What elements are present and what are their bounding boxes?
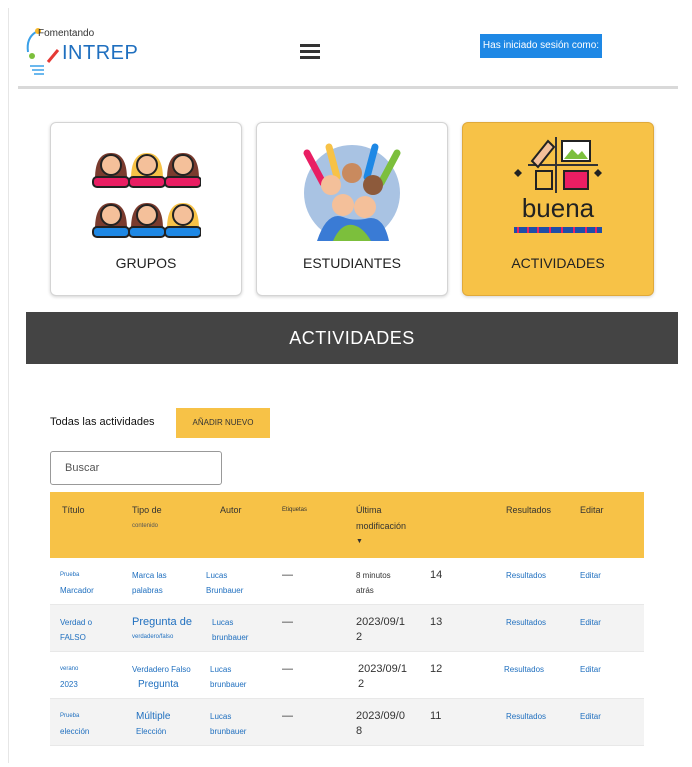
activities-table: Título Tipo de contenido Autor Etiquetas… bbox=[50, 492, 644, 746]
row-title-link[interactable]: verano 2023 bbox=[60, 662, 78, 692]
row-type: Múltiple Elección bbox=[136, 711, 171, 736]
header-divider bbox=[18, 86, 678, 89]
col-results: Resultados bbox=[506, 505, 552, 515]
add-new-button[interactable]: AÑADIR NUEVO bbox=[176, 408, 270, 438]
table-row: verano 2023 Verdadero Falso Pregunta Luc… bbox=[50, 652, 644, 699]
card-label: GRUPOS bbox=[115, 255, 177, 271]
row-id: 11 bbox=[430, 710, 442, 722]
row-tags: — bbox=[282, 663, 293, 675]
row-title-link[interactable]: Prueba elección bbox=[60, 709, 89, 739]
all-activities-label: Todas las actividades bbox=[50, 416, 155, 428]
edit-link[interactable]: Editar bbox=[580, 568, 601, 583]
row-title-link[interactable]: Verdad o FALSO bbox=[60, 615, 92, 645]
results-link[interactable]: Resultados bbox=[506, 615, 546, 630]
row-id: 13 bbox=[430, 616, 443, 628]
col-type[interactable]: Tipo de contenido bbox=[132, 502, 162, 534]
row-tags: — bbox=[282, 616, 293, 628]
header: Fomentando INTREP Has iniciado sesión co… bbox=[18, 14, 678, 82]
row-modified: 2023/09/1 2 bbox=[358, 663, 407, 690]
card-label: ACTIVIDADES bbox=[511, 255, 605, 271]
badge-text: buena bbox=[522, 193, 595, 223]
card-estudiantes[interactable]: ESTUDIANTES bbox=[256, 122, 448, 296]
col-tags[interactable]: Etiquetas bbox=[282, 502, 307, 518]
group-people-icon bbox=[92, 153, 201, 238]
row-author: Lucas brunbauer bbox=[210, 665, 247, 689]
logo-big-text: INTREP bbox=[62, 42, 139, 64]
col-edit: Editar bbox=[580, 505, 604, 515]
activities-icon: buena bbox=[514, 137, 602, 233]
row-author: Lucas brunbauer bbox=[212, 618, 249, 642]
menu-icon[interactable] bbox=[300, 44, 320, 62]
row-author: Lucas brunbauer bbox=[210, 712, 247, 736]
row-title-link[interactable]: Prueba Marcador bbox=[60, 568, 94, 598]
row-id: 14 bbox=[430, 569, 443, 581]
edit-link[interactable]: Editar bbox=[580, 615, 601, 630]
col-title[interactable]: Título bbox=[62, 502, 85, 518]
row-id: 12 bbox=[430, 663, 443, 675]
logo-small-text: Fomentando bbox=[38, 28, 95, 39]
card-label: ESTUDIANTES bbox=[302, 255, 401, 271]
nav-cards: GRUPOS ESTUDIANTES buena ACTIVIDADES bbox=[50, 122, 660, 298]
students-cheering-icon bbox=[303, 143, 401, 241]
search-input[interactable] bbox=[50, 451, 222, 485]
row-modified: 2023/09/0 8 bbox=[356, 710, 405, 737]
row-tags: — bbox=[282, 569, 293, 581]
col-modified[interactable]: Última modificación ▼ bbox=[356, 502, 406, 550]
section-banner: ACTIVIDADES bbox=[26, 312, 678, 364]
table-row: Prueba elección Múltiple Elección Lucas … bbox=[50, 699, 644, 746]
session-button[interactable]: Has iniciado sesión como: bbox=[480, 34, 602, 58]
logo[interactable]: Fomentando INTREP bbox=[22, 26, 152, 80]
card-actividades[interactable]: buena ACTIVIDADES bbox=[462, 122, 654, 296]
table-row: Prueba Marcador Marca las palabras Lucas… bbox=[50, 558, 644, 605]
row-author: Lucas Brunbauer bbox=[206, 571, 244, 595]
results-link[interactable]: Resultados bbox=[506, 709, 546, 724]
row-modified: 8 minutos atrás bbox=[356, 571, 391, 595]
results-link[interactable]: Resultados bbox=[504, 662, 544, 677]
table-row: Verdad o FALSO Pregunta de verdadero/fal… bbox=[50, 605, 644, 652]
sort-down-icon: ▼ bbox=[356, 538, 363, 545]
card-grupos[interactable]: GRUPOS bbox=[50, 122, 242, 296]
row-type: Verdadero Falso Pregunta bbox=[132, 665, 191, 690]
row-tags: — bbox=[282, 710, 293, 722]
edit-link[interactable]: Editar bbox=[580, 662, 601, 677]
row-type: Pregunta de verdadero/falso bbox=[132, 616, 192, 640]
row-type: Marca las palabras bbox=[132, 571, 167, 595]
table-header: Título Tipo de contenido Autor Etiquetas… bbox=[50, 492, 644, 558]
row-modified: 2023/09/1 2 bbox=[356, 616, 405, 643]
col-author[interactable]: Autor bbox=[220, 502, 242, 518]
edit-link[interactable]: Editar bbox=[580, 709, 601, 724]
results-link[interactable]: Resultados bbox=[506, 568, 546, 583]
